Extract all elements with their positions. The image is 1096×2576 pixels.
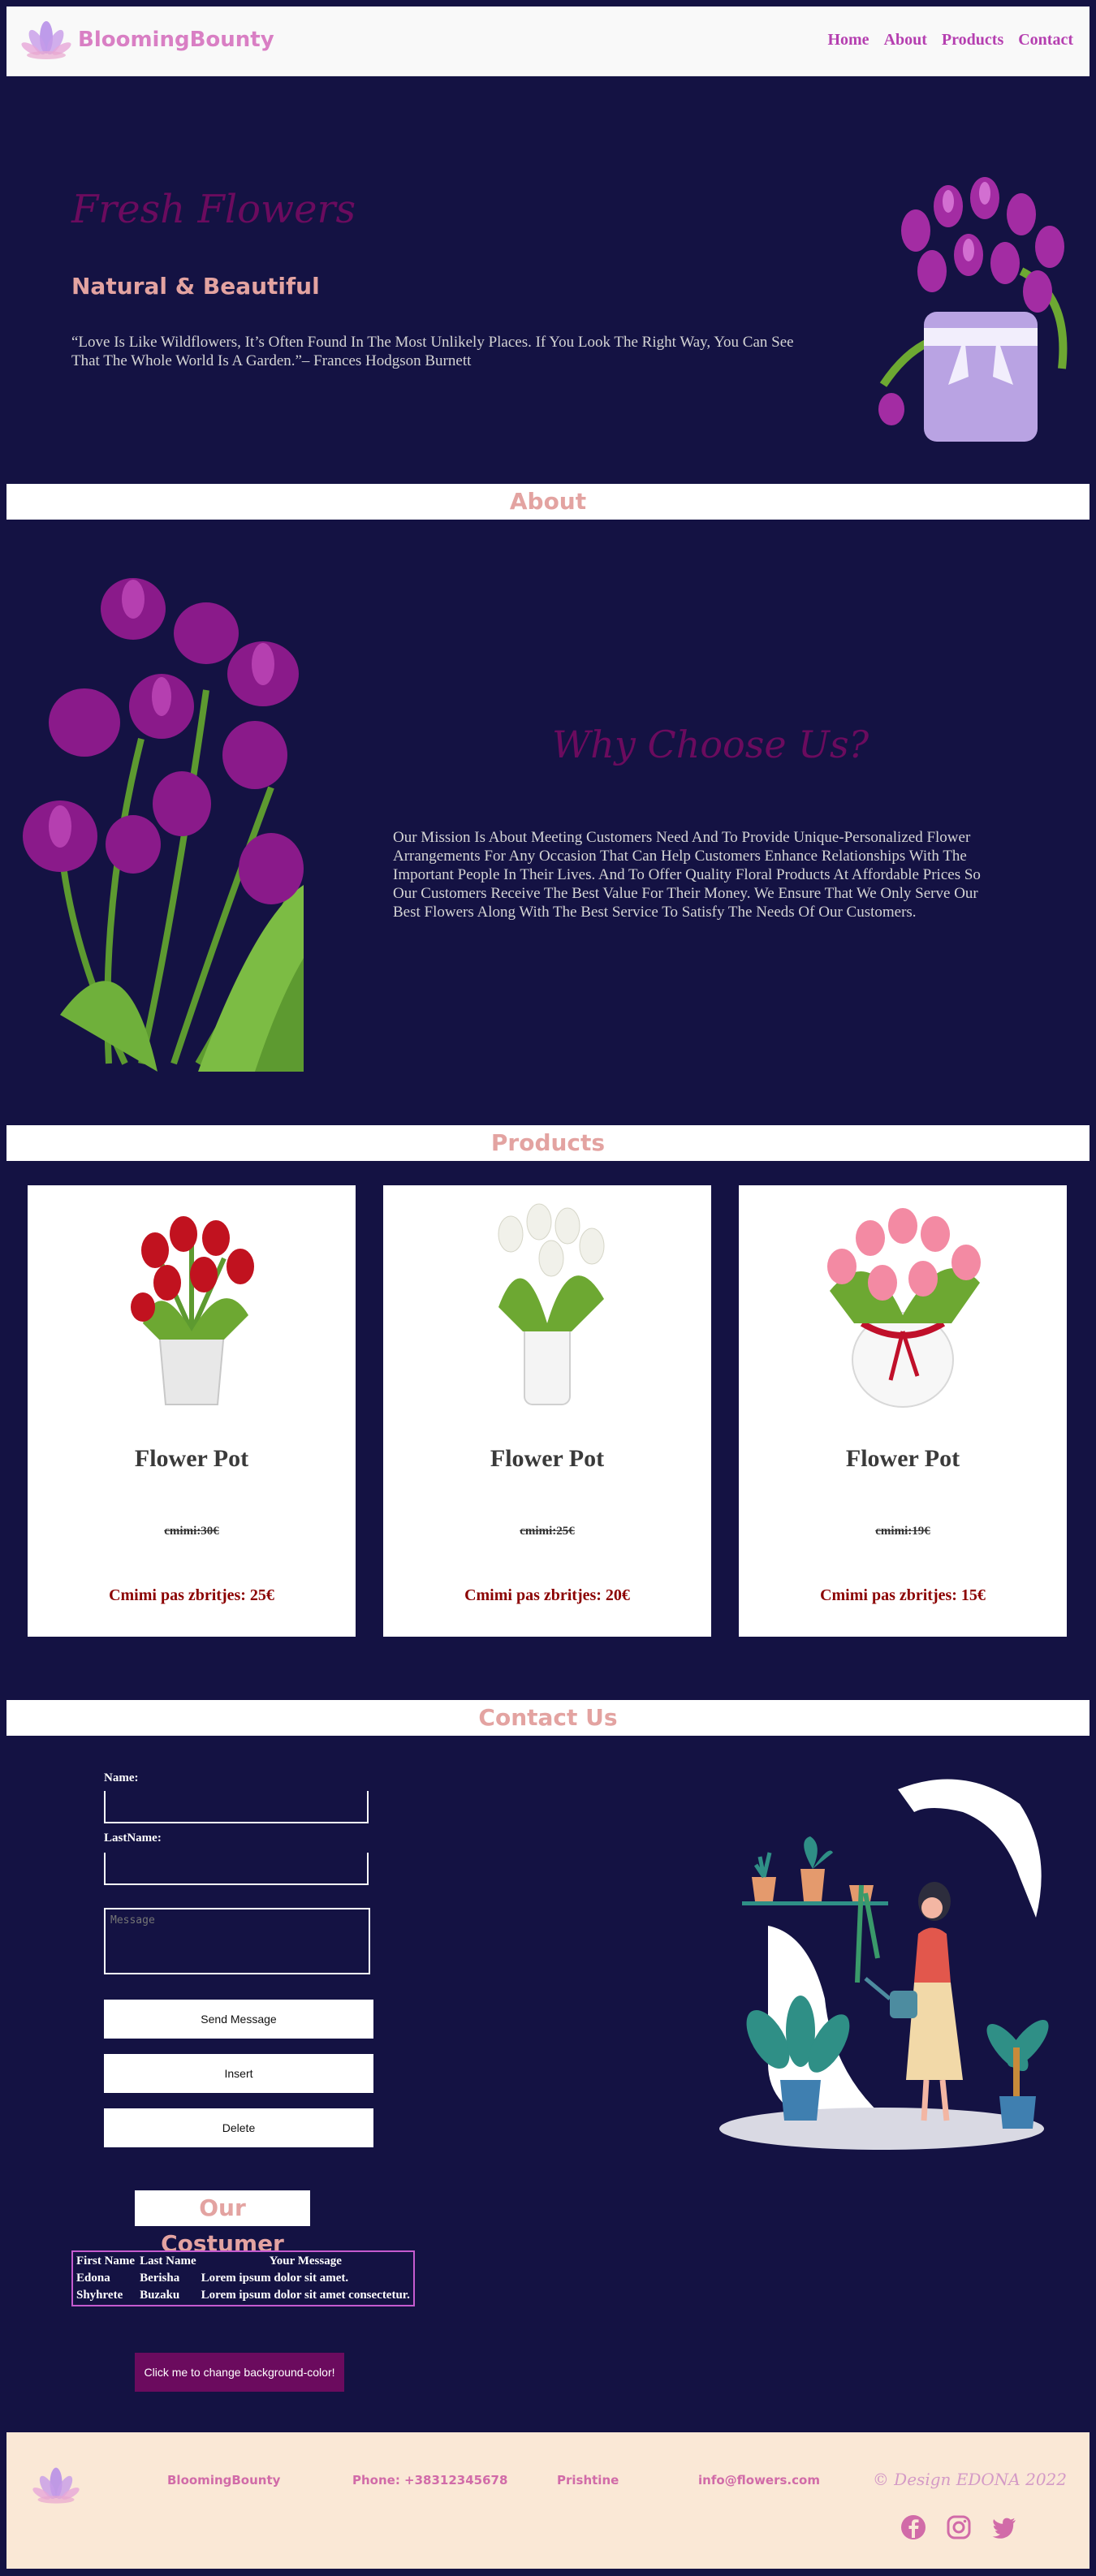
- tulip-vase-image: [878, 177, 1068, 442]
- change-background-button[interactable]: Click me to change background-color!: [135, 2353, 344, 2392]
- red-tulip-pot-image: [131, 1216, 254, 1405]
- footer-phone: Phone: +38312345678: [352, 2473, 508, 2488]
- our-customer-title: Our Costumer: [135, 2190, 310, 2257]
- nav-products[interactable]: Products: [942, 31, 1003, 50]
- table-row: Edona Berisha Lorem ipsum dolor sit amet…: [75, 2271, 412, 2286]
- name-label: Name:: [104, 1771, 139, 1784]
- table-cell: Buzaku: [140, 2289, 180, 2302]
- product-cards: Flower Pot cmimi:30€ Cmimi pas zbritjes:…: [28, 1185, 1068, 1637]
- site-header: BloomingBounty Home About Products Conta…: [6, 6, 1090, 76]
- twitter-icon[interactable]: [990, 2513, 1018, 2541]
- lotus-logo-icon: [32, 2467, 80, 2504]
- contact-heading: Contact Us: [6, 1700, 1090, 1736]
- nav-about[interactable]: About: [884, 31, 927, 50]
- table-cell: Shyhrete: [76, 2289, 123, 2302]
- instagram-icon[interactable]: [945, 2513, 973, 2541]
- table-cell: Lorem ipsum dolor sit amet.: [201, 2272, 349, 2285]
- footer-city: Prishtine: [557, 2473, 619, 2488]
- hero-quote: “Love Is Like Wildflowers, It’s Often Fo…: [71, 334, 794, 369]
- lotus-logo-icon[interactable]: [19, 15, 73, 68]
- about-heading: About: [6, 484, 1090, 520]
- customers-table: First Name Last Name Your Message Edona …: [71, 2250, 415, 2306]
- products-heading: Products: [6, 1125, 1090, 1161]
- send-message-button[interactable]: Send Message: [104, 2000, 373, 2039]
- column-header: Your Message: [269, 2255, 342, 2267]
- name-field[interactable]: [104, 1791, 369, 1823]
- insert-button[interactable]: Insert: [104, 2054, 373, 2093]
- social-links: [900, 2513, 1018, 2541]
- product-old-price: cmimi:30€: [164, 1525, 219, 1538]
- product-card[interactable]: Flower Pot cmimi:25€ Cmimi pas zbritjes:…: [383, 1185, 711, 1637]
- footer-design-credit: © Design EDONA 2022: [872, 2470, 1067, 2489]
- footer-brand: BloomingBounty: [167, 2473, 281, 2488]
- nav-contact[interactable]: Contact: [1018, 31, 1073, 50]
- brand-name: BloomingBounty: [78, 28, 274, 52]
- table-header-row: First Name Last Name Your Message: [75, 2254, 412, 2269]
- product-new-price: Cmimi pas zbritjes: 15€: [820, 1586, 986, 1604]
- product-title: Flower Pot: [845, 1445, 960, 1472]
- woman-watering-plants-illustration: [719, 1779, 1049, 2150]
- product-old-price: cmimi:25€: [520, 1525, 575, 1538]
- product-new-price: Cmimi pas zbritjes: 25€: [109, 1586, 274, 1604]
- pink-tulip-pot-image: [827, 1208, 981, 1408]
- main-nav: Home About Products Contact: [827, 31, 1073, 50]
- product-new-price: Cmimi pas zbritjes: 20€: [464, 1586, 630, 1604]
- lastname-field[interactable]: [104, 1853, 369, 1885]
- product-title: Flower Pot: [134, 1445, 249, 1472]
- column-header: First Name: [76, 2255, 136, 2267]
- hero-title: Fresh Flowers: [71, 187, 356, 232]
- product-card[interactable]: Flower Pot cmimi:19€ Cmimi pas zbritjes:…: [739, 1185, 1067, 1637]
- facebook-icon[interactable]: [900, 2513, 927, 2541]
- table-cell: Edona: [76, 2272, 110, 2285]
- hero-subtitle: Natural & Beautiful: [71, 273, 320, 300]
- message-field[interactable]: [104, 1908, 370, 1974]
- white-tulip-pot-image: [498, 1203, 605, 1405]
- product-title: Flower Pot: [490, 1445, 605, 1472]
- about-mission-text: Our Mission Is About Meeting Customers N…: [393, 829, 981, 921]
- product-old-price: cmimi:19€: [875, 1525, 930, 1538]
- footer-email[interactable]: info@flowers.com: [698, 2473, 820, 2488]
- column-header: Last Name: [140, 2255, 196, 2267]
- site-footer: BloomingBounty Phone: +38312345678 Prish…: [6, 2432, 1090, 2569]
- table-cell: Berisha: [140, 2272, 180, 2285]
- delete-button[interactable]: Delete: [104, 2108, 373, 2147]
- nav-home[interactable]: Home: [827, 31, 869, 50]
- lastname-label: LastName:: [104, 1832, 162, 1845]
- why-choose-us-title: Why Choose Us?: [552, 723, 869, 766]
- purple-tulips-image: [23, 578, 304, 1072]
- table-cell: Lorem ipsum dolor sit amet consectetur.: [201, 2289, 410, 2302]
- product-card[interactable]: Flower Pot cmimi:30€ Cmimi pas zbritjes:…: [28, 1185, 356, 1637]
- table-row: Shyhrete Buzaku Lorem ipsum dolor sit am…: [75, 2288, 412, 2303]
